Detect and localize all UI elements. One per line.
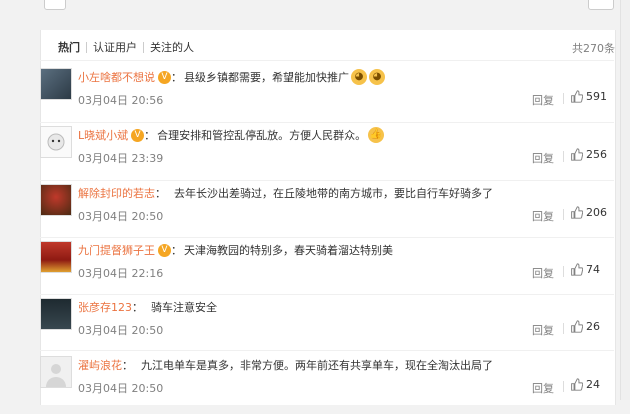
avatar[interactable] xyxy=(40,241,72,273)
reply-button[interactable]: 回复 xyxy=(532,265,554,281)
comment-total-count: 共270条 xyxy=(572,42,615,55)
divider xyxy=(40,350,614,351)
colon-separator: ： xyxy=(122,359,133,372)
like-count: 591 xyxy=(586,90,607,103)
like-count: 24 xyxy=(586,378,600,391)
colon-separator: ： xyxy=(144,129,156,142)
avatar[interactable] xyxy=(40,184,72,216)
comment-text: 合理安排和管控乱停乱放。方便人民群众。 xyxy=(157,129,367,142)
action-divider xyxy=(563,323,564,334)
like-button[interactable]: 256 xyxy=(570,148,607,161)
like-button[interactable]: 26 xyxy=(570,320,600,333)
tab-hot[interactable]: 热门 xyxy=(52,39,86,55)
comment-timestamp: 03月04日 22:16 xyxy=(78,267,164,280)
avatar[interactable] xyxy=(40,68,72,100)
reply-button[interactable]: 回复 xyxy=(532,208,554,224)
comment-timestamp: 03月04日 20:50 xyxy=(78,324,164,337)
username-link[interactable]: 张彦存123 xyxy=(78,299,132,315)
cat-face-icon: ◕ xyxy=(351,69,367,85)
avatar[interactable] xyxy=(40,298,72,330)
comment-text: 骑车注意安全 xyxy=(151,301,217,314)
comment-item: 濯屿浪花 ： 九江电单车是真多，非常方便。两年前还有共享单车，现在全淘汰出局了 … xyxy=(40,356,614,414)
tab-following[interactable]: 关注的人 xyxy=(144,39,200,55)
verified-badge-icon: V xyxy=(158,243,171,257)
top-right-button[interactable] xyxy=(588,0,614,10)
like-button[interactable]: 74 xyxy=(570,263,600,276)
like-count: 26 xyxy=(586,320,600,333)
username-link[interactable]: 濯屿浪花 xyxy=(78,357,122,373)
comment-text: 去年长沙出差骑过，在丘陵地带的南方城市，要比自行车好骑多了 xyxy=(174,187,493,200)
divider xyxy=(40,237,614,238)
avatar[interactable] xyxy=(40,126,72,158)
username-link[interactable]: 解除封印的若志 xyxy=(78,185,155,201)
divider xyxy=(40,294,614,295)
colon-separator: ： xyxy=(132,301,143,314)
thumbs-up-icon xyxy=(571,148,583,161)
top-left-button[interactable] xyxy=(44,0,66,10)
thumbs-up-icon xyxy=(571,320,583,333)
comment-timestamp: 03月04日 23:39 xyxy=(78,152,164,165)
colon-separator: ： xyxy=(171,244,182,257)
username-link[interactable]: 小左啥都不想说 xyxy=(78,69,155,85)
thumbs-up-icon xyxy=(571,378,583,391)
divider xyxy=(40,180,614,181)
thumbs-up-icon xyxy=(571,263,583,276)
thumbs-up-icon xyxy=(571,90,583,103)
scrollbar[interactable] xyxy=(620,0,630,400)
colon-separator: ： xyxy=(171,71,182,84)
action-divider xyxy=(563,381,564,392)
like-button[interactable]: 591 xyxy=(570,90,607,103)
reply-button[interactable]: 回复 xyxy=(532,150,554,166)
like-button[interactable]: 206 xyxy=(570,206,607,219)
reply-button[interactable]: 回复 xyxy=(532,92,554,108)
comment-item: L晓斌小斌 V ： 合理安排和管控乱停乱放。方便人民群众。 👍 03月04日 2… xyxy=(40,126,614,184)
like-count: 206 xyxy=(586,206,607,219)
avatar[interactable] xyxy=(40,356,72,388)
reply-button[interactable]: 回复 xyxy=(532,322,554,338)
tab-verified-users[interactable]: 认证用户 xyxy=(87,39,143,55)
comment-text: 县级乡镇都需要，希望能加快推广 xyxy=(184,71,349,84)
action-divider xyxy=(563,266,564,277)
comment-item: 小左啥都不想说 V ： 县级乡镇都需要，希望能加快推广 ◕ ◕ 03月04日 2… xyxy=(40,68,614,126)
comment-item: 解除封印的若志 ： 去年长沙出差骑过，在丘陵地带的南方城市，要比自行车好骑多了 … xyxy=(40,184,614,242)
action-divider xyxy=(563,209,564,220)
verified-badge-icon: V xyxy=(131,128,145,142)
reply-button[interactable]: 回复 xyxy=(532,380,554,396)
like-count: 256 xyxy=(586,148,607,161)
action-divider xyxy=(563,93,564,104)
comment-filter-tabs: 热门 认证用户 关注的人 xyxy=(52,38,200,56)
comment-timestamp: 03月04日 20:50 xyxy=(78,382,164,395)
cat-face-icon: ◕ xyxy=(369,69,385,85)
verified-badge-icon: V xyxy=(158,70,171,84)
thumbs-up-icon xyxy=(571,206,583,219)
action-divider xyxy=(563,151,564,162)
comment-timestamp: 03月04日 20:50 xyxy=(78,210,164,223)
comment-item: 张彦存123 ： 骑车注意安全 03月04日 20:50 回复 26 xyxy=(40,298,614,356)
top-bar xyxy=(0,0,630,14)
like-count: 74 xyxy=(586,263,600,276)
comment-text: 天津海教园的特别多，春天骑着溜达特别美 xyxy=(184,244,393,257)
divider xyxy=(40,122,614,123)
like-button[interactable]: 24 xyxy=(570,378,600,391)
username-link[interactable]: L晓斌小斌 xyxy=(78,127,128,143)
comment-text: 九江电单车是真多，非常方便。两年前还有共享单车，现在全淘汰出局了 xyxy=(141,359,493,372)
thumbs-up-icon: 👍 xyxy=(368,127,385,143)
divider xyxy=(40,60,614,61)
username-link[interactable]: 九门提督狮子王 xyxy=(78,242,155,258)
colon-separator: ： xyxy=(155,187,166,200)
comment-item: 九门提督狮子王 V ： 天津海教园的特别多，春天骑着溜达特别美 03月04日 2… xyxy=(40,241,614,299)
comment-timestamp: 03月04日 20:56 xyxy=(78,94,164,107)
